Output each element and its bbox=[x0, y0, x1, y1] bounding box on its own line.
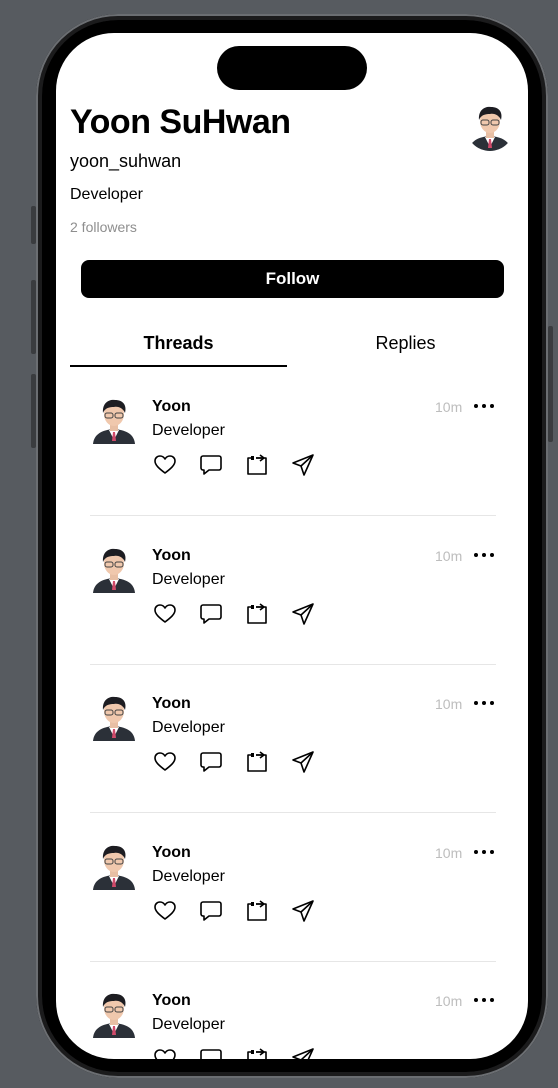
active-tab-indicator bbox=[70, 365, 287, 367]
paper-plane-icon[interactable] bbox=[290, 1046, 316, 1059]
thread-author[interactable]: Yoon bbox=[152, 398, 191, 416]
thread-content: Developer bbox=[152, 867, 225, 885]
heart-icon[interactable] bbox=[152, 898, 178, 924]
avatar-image bbox=[92, 841, 136, 890]
thread-time: 10m bbox=[435, 696, 463, 712]
repost-icon[interactable] bbox=[244, 1046, 270, 1059]
comment-icon[interactable] bbox=[198, 452, 224, 478]
comment-icon[interactable] bbox=[198, 1046, 224, 1059]
paper-plane-icon[interactable] bbox=[290, 749, 316, 775]
screen: Yoon SuHwan yoon_suhwan Developer 2 foll… bbox=[56, 33, 528, 1059]
tab-threads[interactable]: Threads bbox=[70, 323, 287, 363]
thread-content: Developer bbox=[152, 570, 225, 588]
power-button bbox=[548, 326, 553, 442]
paper-plane-icon[interactable] bbox=[290, 601, 316, 627]
heart-icon[interactable] bbox=[152, 601, 178, 627]
avatar-image bbox=[92, 544, 136, 593]
thread-author[interactable]: Yoon bbox=[152, 844, 191, 862]
thread-avatar[interactable] bbox=[92, 990, 136, 1038]
profile-name: Yoon SuHwan bbox=[70, 103, 291, 141]
heart-icon[interactable] bbox=[152, 452, 178, 478]
thread-time: 10m bbox=[435, 844, 463, 861]
thread-avatar[interactable] bbox=[92, 544, 136, 593]
paper-plane-icon[interactable] bbox=[290, 452, 316, 478]
repost-icon[interactable] bbox=[244, 601, 270, 627]
ellipsis-icon[interactable] bbox=[473, 397, 495, 415]
comment-icon[interactable] bbox=[198, 601, 224, 627]
thread-author[interactable]: Yoon bbox=[152, 992, 191, 1010]
thread-item[interactable]: Yoon Developer 10m bbox=[90, 517, 496, 665]
thread-item[interactable]: Yoon Developer 10m bbox=[90, 368, 496, 516]
heart-icon[interactable] bbox=[152, 1046, 178, 1059]
thread-author[interactable]: Yoon bbox=[152, 695, 191, 713]
thread-avatar[interactable] bbox=[92, 396, 136, 444]
repost-icon[interactable] bbox=[244, 749, 270, 775]
thread-author[interactable]: Yoon bbox=[152, 547, 191, 565]
thread-item[interactable]: Yoon Developer 10m bbox=[90, 814, 496, 962]
repost-icon[interactable] bbox=[244, 452, 270, 478]
thread-time: 10m bbox=[435, 547, 463, 564]
avatar-image bbox=[92, 396, 136, 444]
avatar-image bbox=[466, 103, 514, 151]
comment-icon[interactable] bbox=[198, 898, 224, 924]
profile-avatar[interactable] bbox=[466, 103, 514, 151]
heart-icon[interactable] bbox=[152, 749, 178, 775]
thread-avatar[interactable] bbox=[92, 693, 136, 741]
thread-content: Developer bbox=[152, 719, 225, 736]
followers-count[interactable]: 2 followers bbox=[70, 219, 137, 235]
thread-content: Developer bbox=[152, 422, 225, 439]
thread-avatar[interactable] bbox=[92, 841, 136, 890]
thread-item[interactable]: Yoon Developer 10m bbox=[90, 665, 496, 813]
ellipsis-icon[interactable] bbox=[473, 546, 495, 564]
ellipsis-icon[interactable] bbox=[473, 991, 495, 1009]
comment-icon[interactable] bbox=[198, 749, 224, 775]
paper-plane-icon[interactable] bbox=[290, 898, 316, 924]
thread-content: Developer bbox=[152, 1016, 225, 1033]
repost-icon[interactable] bbox=[244, 898, 270, 924]
avatar-image bbox=[92, 990, 136, 1038]
ellipsis-icon[interactable] bbox=[473, 694, 495, 712]
profile-tabs: Threads Replies bbox=[70, 323, 514, 367]
profile-bio: Developer bbox=[70, 186, 143, 203]
tab-replies[interactable]: Replies bbox=[297, 323, 514, 363]
thread-time: 10m bbox=[435, 399, 463, 415]
dynamic-island bbox=[217, 46, 367, 90]
avatar-image bbox=[92, 693, 136, 741]
thread-time: 10m bbox=[435, 993, 463, 1009]
follow-button[interactable]: Follow bbox=[81, 260, 504, 298]
ellipsis-icon[interactable] bbox=[473, 843, 495, 861]
thread-item[interactable]: Yoon Developer 10m bbox=[90, 962, 496, 1059]
profile-username: yoon_suhwan bbox=[70, 151, 182, 171]
